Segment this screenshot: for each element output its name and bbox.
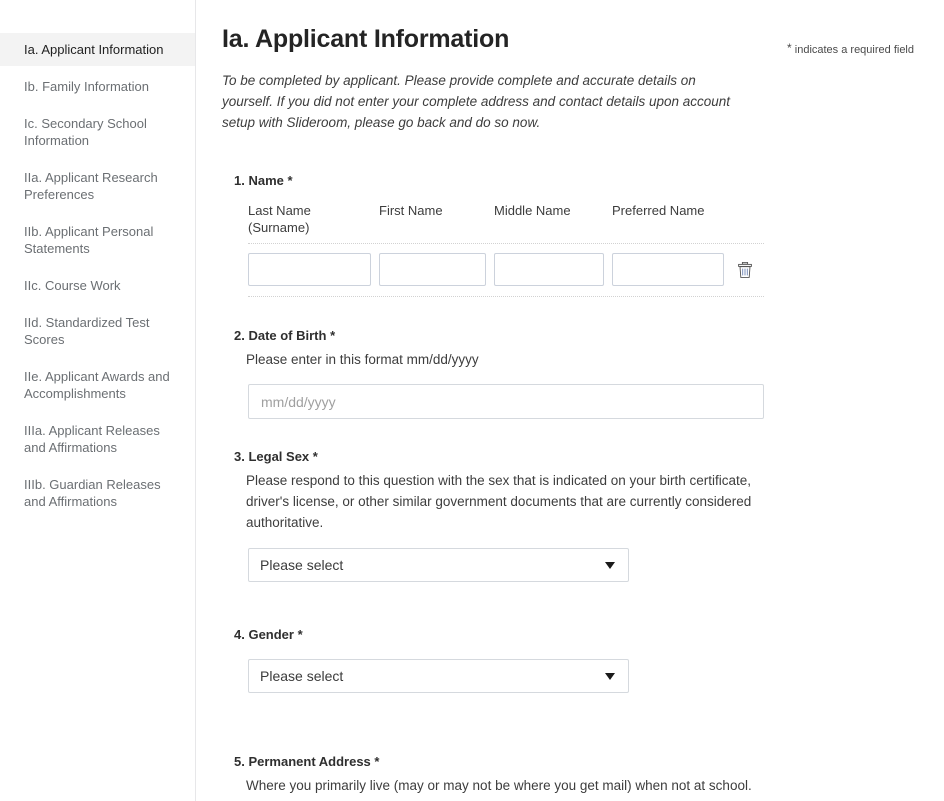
- sidebar-item-label: IIa. Applicant Research Preferences: [24, 170, 158, 202]
- sidebar-item-label: IIe. Applicant Awards and Accomplishment…: [24, 369, 170, 401]
- cell-middle-name: [494, 253, 612, 286]
- legal-sex-select[interactable]: Please select: [248, 548, 629, 582]
- form-main-content: Ia. Applicant Information * indicates a …: [196, 0, 944, 801]
- question-4-title: 4. Gender *: [234, 627, 303, 642]
- sidebar-item-iie-applicant-awards-and-accomplishments[interactable]: IIe. Applicant Awards and Accomplishment…: [0, 360, 195, 410]
- question-2-title: 2. Date of Birth *: [234, 328, 336, 343]
- form-intro-text: To be completed by applicant. Please pro…: [222, 73, 731, 130]
- gender-select[interactable]: Please select: [248, 659, 629, 693]
- date-of-birth-input[interactable]: [248, 384, 764, 419]
- last-name-input[interactable]: [248, 253, 371, 286]
- table-row: [248, 244, 764, 297]
- trash-icon[interactable]: [738, 261, 752, 278]
- question-5-description: Where you primarily live (may or may not…: [246, 778, 752, 793]
- cell-first-name: [379, 253, 494, 286]
- chevron-down-icon: [605, 562, 615, 569]
- column-header-first-name: First Name: [379, 203, 443, 218]
- sidebar-item-iiia-applicant-releases-and-affirmations[interactable]: IIIa. Applicant Releases and Affirmation…: [0, 414, 195, 464]
- sidebar-item-ib-family-information[interactable]: Ib. Family Information: [0, 70, 195, 103]
- question-3-description: Please respond to this question with the…: [246, 473, 752, 530]
- sidebar-item-ia-applicant-information[interactable]: Ia. Applicant Information: [0, 33, 195, 66]
- section-navigation-sidebar: Ia. Applicant Information Ib. Family Inf…: [0, 0, 196, 801]
- column-header-last-name-line2: (Surname): [248, 220, 310, 235]
- sidebar-item-ic-secondary-school-information[interactable]: Ic. Secondary School Information: [0, 107, 195, 157]
- required-note-text: indicates a required field: [791, 44, 914, 56]
- required-field-note: * indicates a required field: [787, 24, 914, 57]
- question-2-description: Please enter in this format mm/dd/yyyy: [246, 352, 479, 367]
- column-header-middle-name: Middle Name: [494, 203, 571, 218]
- cell-last-name: [248, 253, 379, 286]
- chevron-down-icon: [605, 673, 615, 680]
- question-5-title: 5. Permanent Address *: [234, 754, 380, 769]
- question-4-gender: 4. Gender * Please select: [222, 626, 914, 693]
- sidebar-item-label: Ia. Applicant Information: [24, 42, 164, 57]
- sidebar-item-label: Ic. Secondary School Information: [24, 116, 147, 148]
- column-header-last-name-line1: Last Name: [248, 203, 311, 218]
- question-1-title: 1. Name *: [234, 173, 293, 188]
- sidebar-item-label: IId. Standardized Test Scores: [24, 315, 150, 347]
- sidebar-item-iic-course-work[interactable]: IIc. Course Work: [0, 269, 195, 302]
- question-3-legal-sex: 3. Legal Sex * Please respond to this qu…: [222, 448, 914, 582]
- question-5-permanent-address: 5. Permanent Address * Where you primari…: [222, 753, 914, 796]
- nav-list: Ia. Applicant Information Ib. Family Inf…: [0, 33, 195, 518]
- name-table-header-row: Last Name (Surname) First Name Middle Na…: [248, 202, 764, 244]
- preferred-name-input[interactable]: [612, 253, 724, 286]
- gender-select-value: Please select: [260, 668, 344, 684]
- column-header-actions: [732, 202, 764, 236]
- first-name-input[interactable]: [379, 253, 486, 286]
- page-header: Ia. Applicant Information * indicates a …: [222, 24, 914, 57]
- cell-preferred-name: [612, 253, 732, 286]
- column-header-preferred-name: Preferred Name: [612, 203, 705, 218]
- sidebar-item-label: IIIa. Applicant Releases and Affirmation…: [24, 423, 160, 455]
- middle-name-input[interactable]: [494, 253, 604, 286]
- sidebar-item-label: IIb. Applicant Personal Statements: [24, 224, 154, 256]
- sidebar-item-iia-applicant-research-preferences[interactable]: IIa. Applicant Research Preferences: [0, 161, 195, 211]
- legal-sex-select-value: Please select: [260, 557, 344, 573]
- sidebar-item-iib-applicant-personal-statements[interactable]: IIb. Applicant Personal Statements: [0, 215, 195, 265]
- cell-delete-action: [732, 261, 764, 278]
- sidebar-item-iiib-guardian-releases-and-affirmations[interactable]: IIIb. Guardian Releases and Affirmations: [0, 468, 195, 518]
- question-1-name: 1. Name * Last Name (Surname) First Name…: [222, 172, 914, 297]
- application-form-page: Ia. Applicant Information Ib. Family Inf…: [0, 0, 944, 801]
- question-2-date-of-birth: 2. Date of Birth * Please enter in this …: [222, 327, 914, 419]
- sidebar-item-label: IIIb. Guardian Releases and Affirmations: [24, 477, 161, 509]
- question-3-title: 3. Legal Sex *: [234, 449, 318, 464]
- page-title: Ia. Applicant Information: [222, 25, 510, 53]
- column-header-last-name: Last Name (Surname): [248, 202, 379, 236]
- name-table: Last Name (Surname) First Name Middle Na…: [248, 202, 764, 297]
- sidebar-item-iid-standardized-test-scores[interactable]: IId. Standardized Test Scores: [0, 306, 195, 356]
- sidebar-item-label: IIc. Course Work: [24, 278, 121, 293]
- sidebar-item-label: Ib. Family Information: [24, 79, 149, 94]
